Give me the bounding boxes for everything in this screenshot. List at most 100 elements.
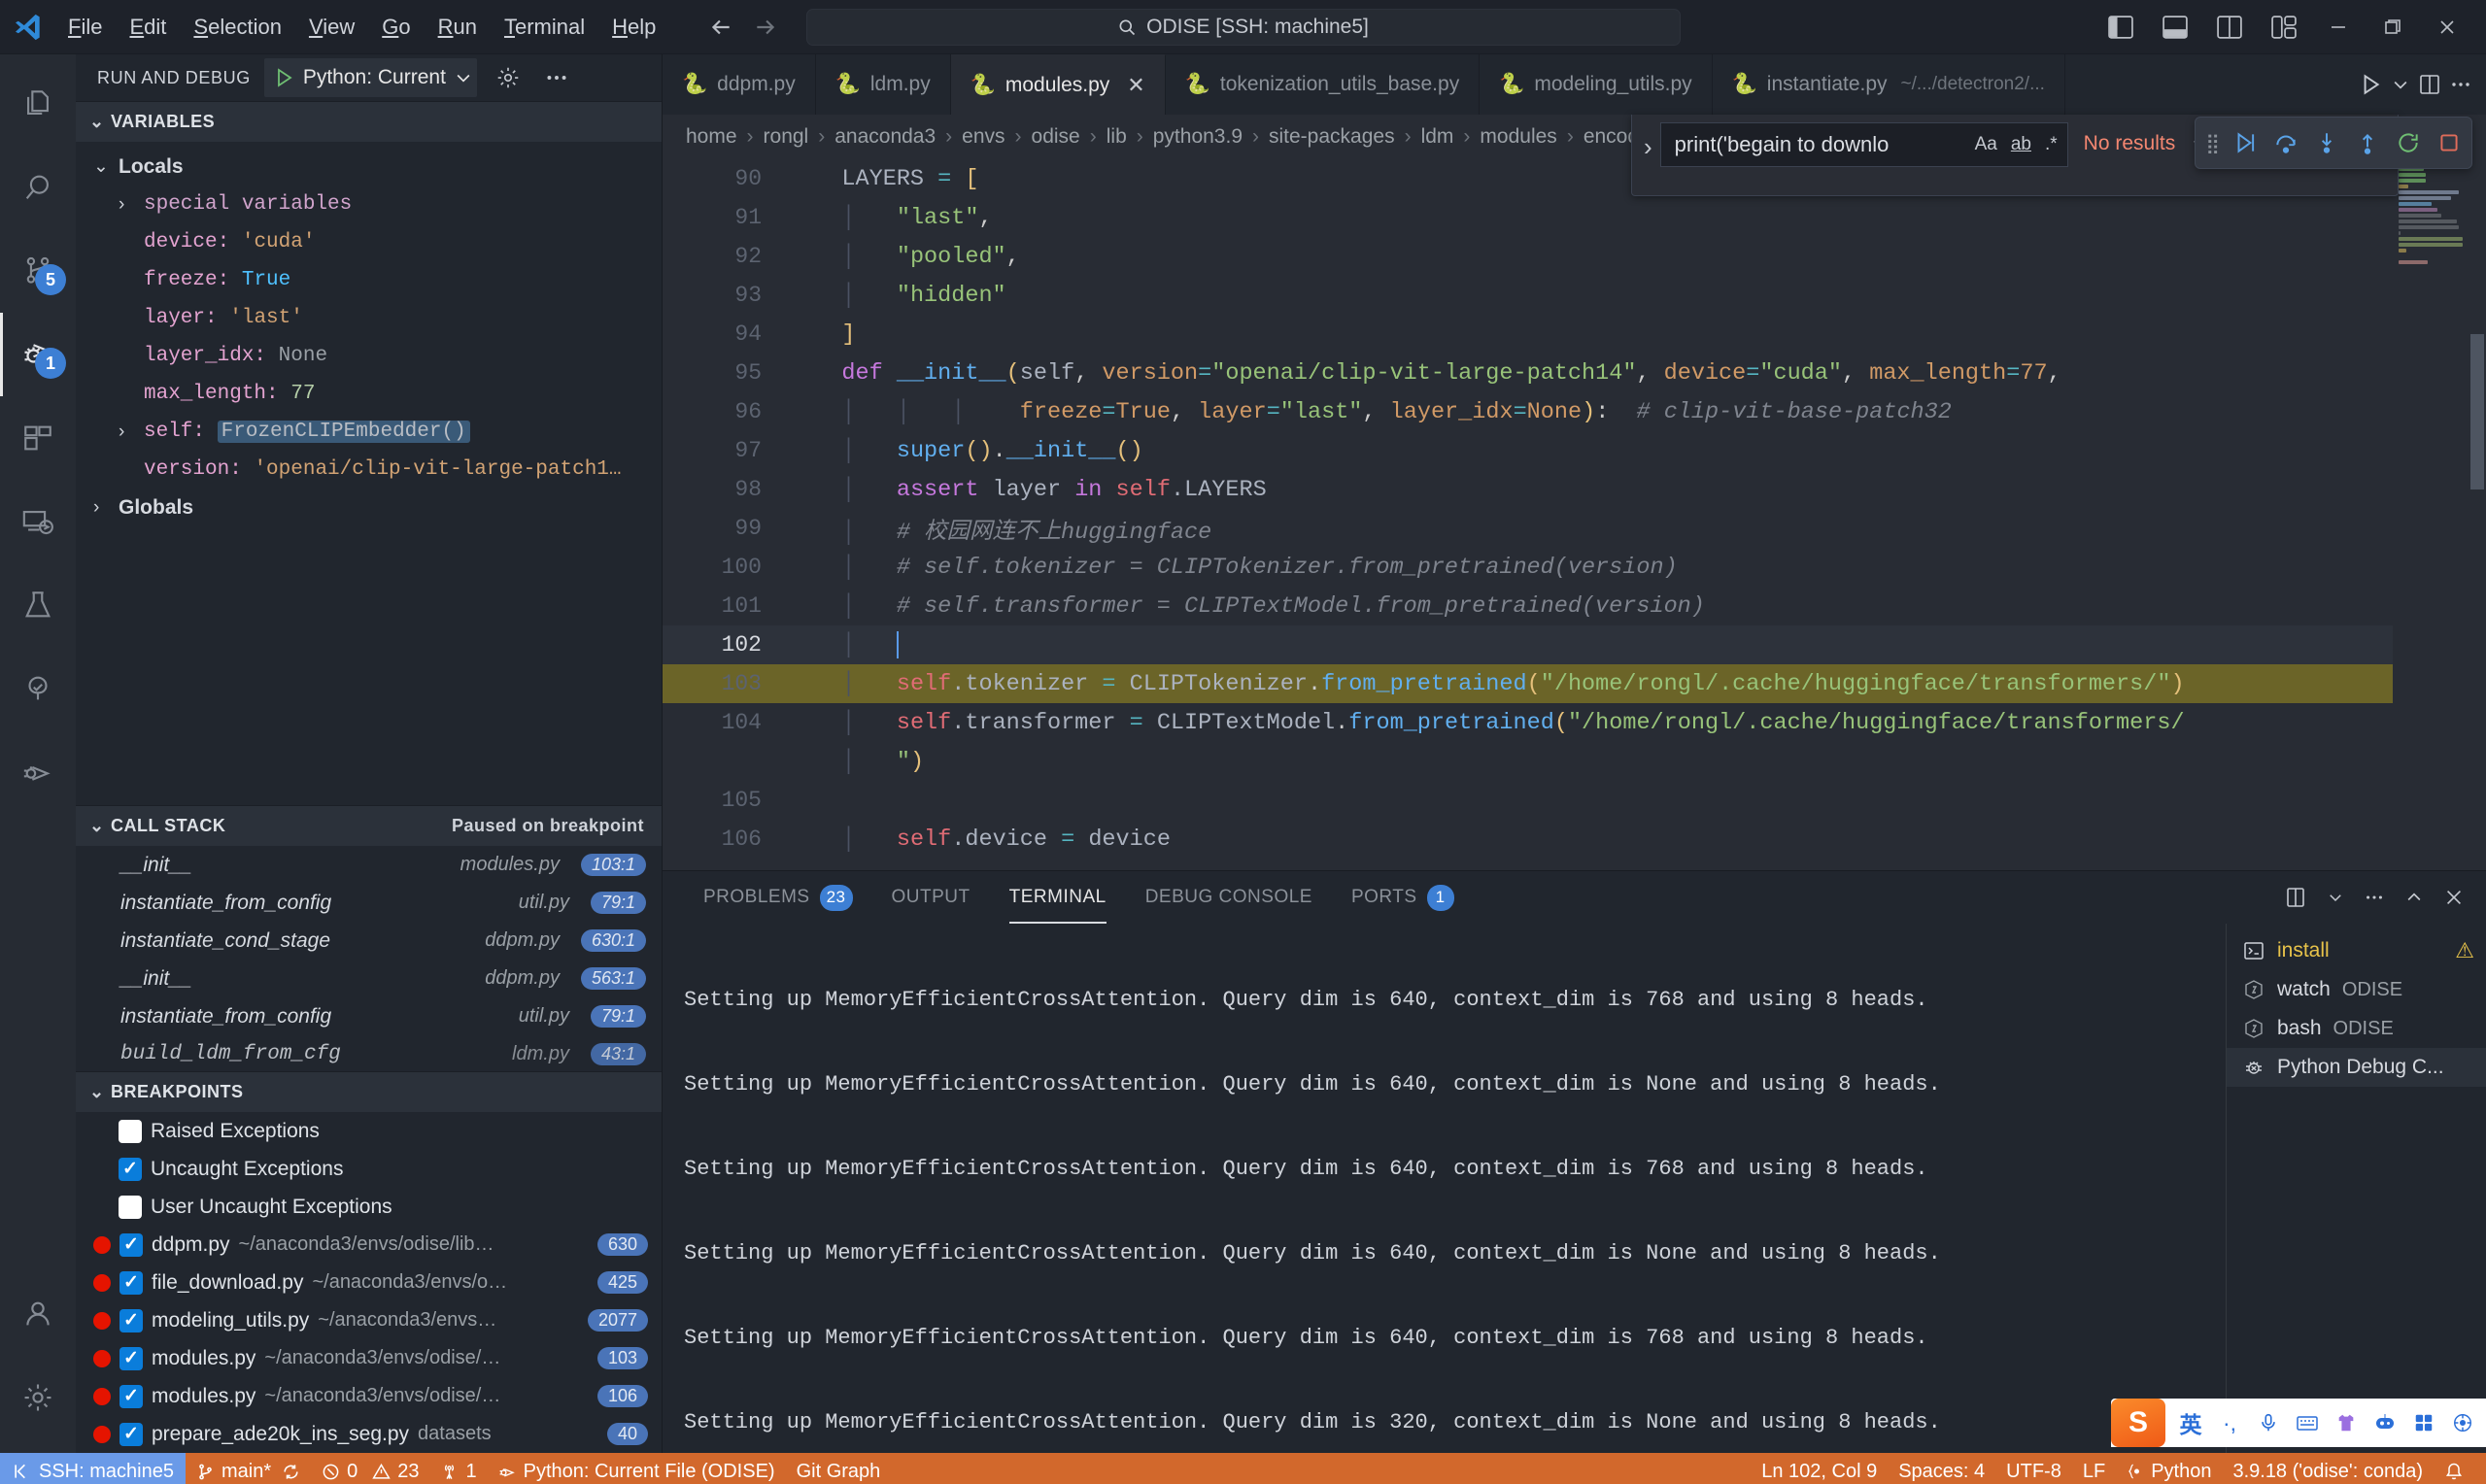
code-editor[interactable]: 90 LAYERS = [ 91 │ "last", 92 │ "pooled"… — [663, 159, 2486, 870]
variable-row[interactable]: freeze: True — [76, 261, 662, 299]
restart-icon[interactable] — [2396, 130, 2421, 155]
sogou-logo-icon[interactable]: S — [2111, 1399, 2165, 1447]
terminal-tab-watch[interactable]: watch ODISE — [2227, 970, 2486, 1009]
sync-icon[interactable] — [282, 1463, 300, 1481]
status-language-mode[interactable]: Python — [2116, 1453, 2222, 1484]
tab-output[interactable]: OUTPUT — [872, 871, 990, 924]
breadcrumb-item[interactable]: modules — [1480, 125, 1556, 149]
variables-group-locals[interactable]: ⌄ Locals — [76, 148, 662, 186]
variable-row[interactable]: layer: 'last' — [76, 299, 662, 337]
minimize-button[interactable] — [2313, 4, 2364, 51]
sidebar-more-actions-icon[interactable] — [539, 65, 574, 90]
step-over-icon[interactable] — [2273, 130, 2299, 155]
whole-word-icon[interactable]: ab — [2007, 134, 2035, 155]
breakpoint-row[interactable]: Raised Exceptions — [76, 1112, 662, 1150]
menu-help[interactable]: Help — [598, 11, 669, 44]
tab-ddpm-py[interactable]: 🐍 ddpm.py — [663, 54, 816, 115]
activity-explorer[interactable] — [0, 62, 76, 146]
tab-instantiate-py[interactable]: 🐍 instantiate.py ~/.../detectron2/... — [1713, 54, 2065, 115]
status-git-branch[interactable]: main* — [186, 1453, 311, 1484]
tab-tokenization-utils-base-py[interactable]: 🐍 tokenization_utils_base.py — [1166, 54, 1481, 115]
breakpoint-row[interactable]: ✓ prepare_ade20k_ins_seg.py datasets 40 — [76, 1415, 662, 1453]
step-into-icon[interactable] — [2314, 130, 2339, 155]
keyboard-icon[interactable] — [2288, 1401, 2327, 1444]
code-line-wrapped[interactable]: │ ") — [663, 742, 2393, 781]
code-line[interactable]: 105 — [663, 781, 2393, 820]
close-button[interactable] — [2422, 4, 2472, 51]
navigate-back-icon[interactable] — [708, 15, 733, 40]
callstack-frame[interactable]: instantiate_from_config util.py 79:1 — [76, 884, 662, 922]
toggle-primary-sidebar-icon[interactable] — [2095, 4, 2146, 51]
terminal-output[interactable]: Setting up MemoryEfficientCrossAttention… — [663, 924, 2226, 1453]
variable-row[interactable]: device: 'cuda' — [76, 223, 662, 261]
regex-icon[interactable]: .* — [2041, 134, 2061, 155]
breakpoints-section-header[interactable]: ⌄ BREAKPOINTS — [76, 1071, 662, 1112]
editor-tabs[interactable]: 🐍 ddpm.py 🐍 ldm.py 🐍 modules.py ✕ 🐍 toke… — [663, 54, 2486, 115]
activity-remote-explorer[interactable] — [0, 480, 76, 563]
debug-launch-selector[interactable]: Python: Current — [264, 58, 477, 97]
tab-modeling-utils-py[interactable]: 🐍 modeling_utils.py — [1480, 54, 1712, 115]
tab-ports[interactable]: PORTS 1 — [1332, 871, 1474, 924]
breadcrumb-item[interactable]: anaconda3 — [834, 125, 936, 149]
skin-icon[interactable] — [2327, 1401, 2366, 1444]
close-icon[interactable]: ✕ — [1127, 73, 1144, 98]
split-terminal-icon[interactable] — [2284, 886, 2307, 909]
activity-extensions[interactable] — [0, 396, 76, 480]
chevron-right-icon[interactable]: › — [119, 422, 144, 443]
chevron-down-icon[interactable] — [2327, 889, 2344, 906]
callstack-frame[interactable]: __init__ ddpm.py 563:1 — [76, 960, 662, 997]
menu-edit[interactable]: Edit — [116, 11, 180, 44]
terminal-tab-python-debug[interactable]: Python Debug C... — [2227, 1048, 2486, 1087]
code-line[interactable]: 104 │ self.transformer = CLIPTextModel.f… — [663, 703, 2393, 742]
code-line[interactable]: 98 │ assert layer in self.LAYERS — [663, 470, 2393, 509]
robot-icon[interactable] — [2366, 1401, 2404, 1444]
activity-bar[interactable]: 5 1 — [0, 54, 76, 1453]
variable-row[interactable]: version: 'openai/clip-vit-large-patch1… — [76, 451, 662, 489]
apps-icon[interactable] — [2404, 1401, 2443, 1444]
start-debug-icon[interactable] — [272, 66, 295, 89]
status-eol[interactable]: LF — [2072, 1453, 2116, 1484]
breakpoint-row[interactable]: ✓ Uncaught Exceptions — [76, 1150, 662, 1188]
panel-actions[interactable] — [2284, 886, 2486, 909]
variable-row-self[interactable]: › self: FrozenCLIPEmbedder() — [76, 413, 662, 451]
variable-row[interactable]: › special variables — [76, 186, 662, 223]
status-git-graph[interactable]: Git Graph — [786, 1453, 892, 1484]
toggle-secondary-sidebar-icon[interactable] — [2204, 4, 2255, 51]
breakpoint-checkbox[interactable]: ✓ — [119, 1385, 143, 1408]
code-line[interactable]: 94 ] — [663, 315, 2393, 354]
compass-icon[interactable] — [2443, 1401, 2482, 1444]
breakpoint-checkbox[interactable] — [119, 1120, 142, 1143]
tab-modules-py[interactable]: 🐍 modules.py ✕ — [951, 54, 1166, 115]
breadcrumb-item[interactable]: home — [686, 125, 737, 149]
status-radio-tower[interactable]: 1 — [429, 1453, 487, 1484]
status-python-interpreter[interactable]: Python: Current File (ODISE) — [488, 1453, 786, 1484]
tab-terminal[interactable]: TERMINAL — [990, 871, 1126, 924]
activity-python-debug[interactable] — [0, 730, 76, 814]
breakpoints-list[interactable]: Raised Exceptions ✓ Uncaught Exceptions … — [76, 1112, 662, 1453]
chevron-down-icon[interactable] — [2391, 75, 2410, 94]
tab-ldm-py[interactable]: 🐍 ldm.py — [816, 54, 951, 115]
tab-debug-console[interactable]: DEBUG CONSOLE — [1126, 871, 1332, 924]
chevron-down-icon[interactable] — [454, 68, 473, 87]
activity-search[interactable] — [0, 146, 76, 229]
breakpoint-row[interactable]: ✓ ddpm.py ~/anaconda3/envs/odise/lib… 63… — [76, 1226, 662, 1264]
code-line-current[interactable]: 102 │ — [663, 625, 2393, 664]
status-notifications[interactable] — [2434, 1453, 2474, 1484]
status-remote-ssh[interactable]: SSH: machine5 — [0, 1453, 186, 1484]
open-launch-json-icon[interactable] — [491, 65, 526, 90]
variables-list[interactable]: ⌄ Locals › special variables device: 'cu… — [76, 142, 662, 526]
status-cursor-position[interactable]: Ln 102, Col 9 — [1751, 1453, 1888, 1484]
tab-problems[interactable]: PROBLEMS 23 — [684, 871, 872, 924]
activity-source-control[interactable]: 5 — [0, 229, 76, 313]
breadcrumb-item[interactable]: python3.9 — [1153, 125, 1243, 149]
code-line[interactable]: 99 │ # 校园网连不上huggingface — [663, 509, 2393, 548]
callstack-section-header[interactable]: ⌄ CALL STACK Paused on breakpoint — [76, 805, 662, 846]
code-line[interactable]: 97 │ super().__init__() — [663, 431, 2393, 470]
ime-lang-icon[interactable]: 英 — [2171, 1401, 2210, 1444]
code-line[interactable]: 100 │ # self.tokenizer = CLIPTokenizer.f… — [663, 548, 2393, 587]
menu-terminal[interactable]: Terminal — [491, 11, 598, 44]
toggle-replace-icon[interactable]: › — [1640, 122, 1660, 162]
toggle-panel-icon[interactable] — [2150, 4, 2200, 51]
code-line[interactable]: 95 def __init__(self, version="openai/cl… — [663, 354, 2393, 392]
code-line[interactable]: 91 │ "last", — [663, 198, 2393, 237]
